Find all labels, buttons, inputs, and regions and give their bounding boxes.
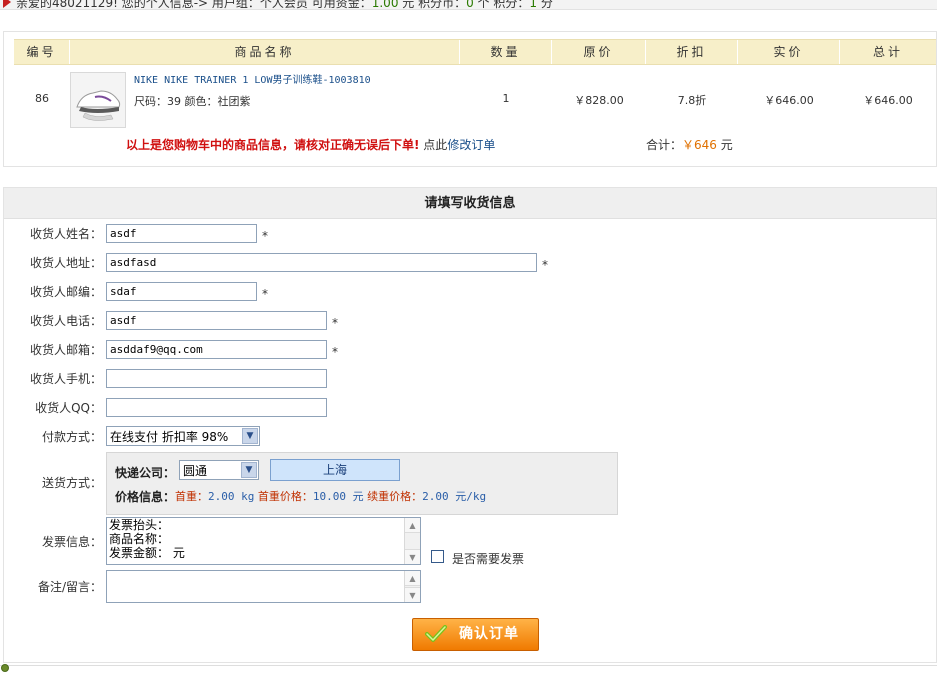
coins-unit: 个 积分： — [473, 0, 530, 10]
email-field[interactable]: asddaf9@qq.com — [106, 340, 327, 359]
remark-label: 备注/留言： — [37, 580, 102, 594]
cart-sum: 合计：￥646 元 — [646, 136, 733, 153]
invoice-scrollbar[interactable]: ▲ ▼ — [404, 518, 420, 564]
express-panel: 快递公司： 圆通 ▼ 上海 价格信息： 首重：2.00 kg 首重价格：10.0… — [106, 452, 618, 515]
sum-label: 合计： — [646, 138, 683, 152]
first-price-value: 10.00 元 — [312, 490, 364, 503]
product-spec: 尺码：39 颜色：社团紫 — [134, 95, 251, 108]
scroll-up-icon[interactable]: ▲ — [405, 518, 420, 533]
flag-icon — [3, 0, 11, 8]
invoice-textarea[interactable]: 发票抬头： 商品名称： 发票金额： 元 ▲ ▼ — [106, 517, 421, 565]
user-info-text: 亲爱的48021129! 您的个人信息-> 用户组：个人会员 可用资金：1.00… — [16, 0, 553, 10]
extra-price-label: 续重价格： — [363, 490, 423, 503]
header-qty: 数量 — [460, 40, 552, 64]
cart-panel: 编号 商品名称 数量 原价 折扣 实价 总计 86 NIKE NIKE TRAI… — [3, 31, 937, 167]
name-field[interactable]: asdf — [106, 224, 257, 243]
shipping-form: 请填写收货信息 收货人姓名： asdf * 收货人地址： asdfasd * 收… — [3, 187, 937, 663]
extra-price-value: 2.00 元/kg — [422, 490, 487, 503]
dropdown-arrow-icon: ▼ — [241, 462, 257, 478]
points-unit: 分 — [537, 0, 553, 10]
user-info-prefix: 亲爱的48021129! 您的个人信息-> 用户组：个人会员 可用资金： — [16, 0, 372, 10]
shoe-image — [71, 73, 125, 127]
first-weight-label: 首重： — [175, 490, 208, 503]
form-title: 请填写收货信息 — [4, 188, 936, 219]
points-value: 1 — [529, 0, 538, 10]
product-name-link[interactable]: NIKE NIKE TRAINER 1 LOW男子训练鞋-1003810 — [134, 71, 371, 86]
mobile-field[interactable] — [106, 369, 327, 388]
zip-required: * — [262, 287, 268, 301]
check-icon — [425, 625, 447, 642]
payment-label: 付款方式： — [41, 430, 102, 444]
product-thumbnail[interactable] — [70, 72, 126, 128]
phone-label: 收货人电话： — [29, 314, 102, 328]
name-required: * — [262, 229, 268, 243]
header-name: 商品名称 — [70, 40, 460, 64]
footer-divider — [0, 665, 937, 666]
header-real-price: 实价 — [738, 40, 840, 64]
item-original-price: ￥828.00 — [574, 94, 624, 107]
zip-label: 收货人邮编： — [29, 285, 102, 299]
funds-value: 1.00 — [371, 0, 399, 10]
courier-value: 圆通 — [183, 464, 208, 478]
shipping-label: 送货方式： — [41, 476, 102, 490]
item-no: 86 — [35, 92, 49, 105]
item-real-price: ￥646.00 — [764, 94, 814, 107]
address-label: 收货人地址： — [29, 256, 102, 270]
item-total: ￥646.00 — [863, 94, 913, 107]
sum-unit: 元 — [716, 138, 733, 152]
phone-field[interactable]: asdf — [106, 311, 327, 330]
courier-select[interactable]: 圆通 ▼ — [179, 460, 259, 480]
courier-label: 快递公司： — [115, 466, 176, 480]
first-price-label: 首重价格： — [254, 490, 313, 503]
invoice-checkbox[interactable] — [431, 550, 444, 563]
cart-warning: 以上是您购物车中的商品信息，请核对正确无误后下单! — [126, 138, 420, 152]
price-info: 首重：2.00 kg 首重价格：10.00 元 续重价格：2.00 元/kg — [175, 488, 486, 504]
zip-field[interactable]: sdaf — [106, 282, 257, 301]
header-original-price: 原价 — [552, 40, 646, 64]
invoice-line: 发票抬头： — [109, 518, 170, 532]
qq-field[interactable] — [106, 398, 327, 417]
remark-scrollbar[interactable]: ▲ ▼ — [404, 571, 420, 602]
invoice-checkbox-label: 是否需要发票 — [452, 552, 525, 566]
modify-order-link[interactable]: 修改订单 — [447, 138, 495, 152]
invoice-label: 发票信息： — [41, 535, 102, 549]
funds-unit: 元 积分币： — [398, 0, 467, 10]
item-discount: 7.8折 — [677, 94, 707, 107]
address-required: * — [542, 258, 548, 272]
scroll-down-icon[interactable]: ▼ — [405, 549, 420, 564]
header-discount: 折扣 — [646, 40, 738, 64]
payment-select[interactable]: 在线支付 折扣率 98% ▼ — [106, 426, 260, 446]
table-row: 86 NIKE NIKE TRAINER 1 LOW男子训练鞋-1003810 … — [14, 66, 936, 130]
payment-value: 在线支付 折扣率 98% — [110, 430, 229, 444]
confirm-order-button[interactable]: 确认订单 — [412, 618, 539, 651]
address-field[interactable]: asdfasd — [106, 253, 537, 272]
qq-label: 收货人QQ： — [35, 401, 102, 415]
user-info-bar: 亲爱的48021129! 您的个人信息-> 用户组：个人会员 可用资金：1.00… — [0, 0, 937, 10]
scroll-down-icon[interactable]: ▼ — [405, 587, 420, 602]
email-required: * — [332, 345, 338, 359]
coins-value: 0 — [466, 0, 474, 10]
cart-note: 以上是您购物车中的商品信息，请核对正确无误后下单! 点此修改订单 — [126, 136, 495, 153]
remark-textarea[interactable]: ▲ ▼ — [106, 570, 421, 603]
city-button[interactable]: 上海 — [270, 459, 400, 481]
header-no: 编号 — [14, 40, 70, 64]
cart-table-header: 编号 商品名称 数量 原价 折扣 实价 总计 — [14, 39, 936, 65]
item-qty: 1 — [502, 92, 510, 105]
footer-bullet-icon — [1, 664, 9, 672]
first-weight-value: 2.00 kg — [208, 490, 255, 503]
sum-value: ￥646 — [682, 138, 717, 152]
invoice-line: 商品名称： — [109, 532, 170, 546]
phone-required: * — [332, 316, 338, 330]
cart-note-prefix: 点此 — [419, 138, 448, 152]
invoice-line: 发票金额： 元 — [109, 546, 185, 560]
price-info-label: 价格信息： — [115, 490, 176, 504]
mobile-label: 收货人手机： — [29, 372, 102, 386]
confirm-order-label: 确认订单 — [459, 626, 519, 642]
header-total: 总计 — [872, 45, 903, 59]
email-label: 收货人邮箱： — [29, 343, 102, 357]
scroll-up-icon[interactable]: ▲ — [405, 571, 420, 586]
name-label: 收货人姓名： — [29, 227, 102, 241]
dropdown-arrow-icon: ▼ — [242, 428, 258, 444]
